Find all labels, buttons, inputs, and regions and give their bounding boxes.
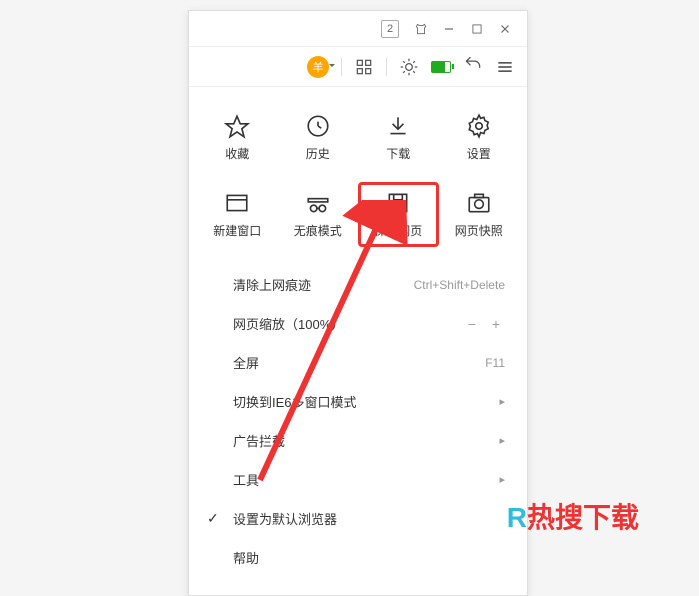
save-page-item[interactable]: 保存网页 <box>358 182 439 247</box>
fullscreen-item[interactable]: 全屏 F11 <box>189 343 527 382</box>
menu-list: 清除上网痕迹 Ctrl+Shift+Delete 网页缩放（100%） − + … <box>189 259 527 583</box>
browser-window: 2 羊 <box>188 10 528 596</box>
tools-item[interactable]: 工具 ▸ <box>189 460 527 499</box>
menu-label: 帮助 <box>233 548 259 567</box>
separator <box>341 58 342 76</box>
menu-label: 切换到IE6多窗口模式 <box>233 392 357 411</box>
adblock-item[interactable]: 广告拦截 ▸ <box>189 421 527 460</box>
clock-icon <box>305 113 331 139</box>
zoom-out-button[interactable]: − <box>463 315 481 333</box>
switch-ie6-item[interactable]: 切换到IE6多窗口模式 ▸ <box>189 382 527 421</box>
clear-traces-item[interactable]: 清除上网痕迹 Ctrl+Shift+Delete <box>189 265 527 304</box>
tab-count-badge[interactable]: 2 <box>381 20 399 38</box>
snapshot-item[interactable]: 网页快照 <box>439 182 520 247</box>
zoom-controls: − + <box>463 315 505 333</box>
star-icon <box>224 113 250 139</box>
menu-shortcut: F11 <box>485 356 505 370</box>
zoom-in-button[interactable]: + <box>487 315 505 333</box>
titlebar: 2 <box>189 11 527 47</box>
brightness-icon[interactable] <box>399 57 419 77</box>
menu-panel: 收藏 历史 下载 设置 新建窗口 无痕模式 <box>189 87 527 595</box>
grid-row-2: 新建窗口 无痕模式 保存网页 网页快照 <box>189 182 527 247</box>
camera-icon <box>466 190 492 216</box>
undo-icon[interactable] <box>463 57 483 77</box>
grid-label: 网页快照 <box>455 222 503 239</box>
chevron-right-icon: ▸ <box>499 395 505 408</box>
menu-label: 网页缩放（100%） <box>233 314 344 333</box>
set-default-item[interactable]: 设置为默认浏览器 <box>189 499 527 538</box>
chevron-right-icon: ▸ <box>499 434 505 447</box>
download-icon <box>385 113 411 139</box>
grid-label: 历史 <box>306 145 330 162</box>
menu-label: 设置为默认浏览器 <box>233 509 337 528</box>
zoom-item[interactable]: 网页缩放（100%） − + <box>189 304 527 343</box>
menu-label: 全屏 <box>233 353 259 372</box>
grid-row-1: 收藏 历史 下载 设置 <box>189 105 527 170</box>
user-avatar[interactable]: 羊 <box>307 56 329 78</box>
skin-icon[interactable] <box>407 15 435 43</box>
help-item[interactable]: 帮助 <box>189 538 527 577</box>
watermark-text: 热搜下载 <box>527 502 639 533</box>
grid-label: 保存网页 <box>374 222 422 239</box>
incognito-item[interactable]: 无痕模式 <box>278 182 359 247</box>
maximize-button[interactable] <box>463 15 491 43</box>
separator <box>386 58 387 76</box>
menu-shortcut: Ctrl+Shift+Delete <box>414 278 505 292</box>
close-button[interactable] <box>491 15 519 43</box>
grid-label: 下载 <box>386 145 410 162</box>
menu-label: 工具 <box>233 470 259 489</box>
battery-icon <box>431 57 451 77</box>
menu-icon[interactable] <box>495 57 515 77</box>
grid-label: 新建窗口 <box>213 222 261 239</box>
favorites-item[interactable]: 收藏 <box>197 105 278 170</box>
history-item[interactable]: 历史 <box>278 105 359 170</box>
menu-label: 广告拦截 <box>233 431 285 450</box>
gear-icon <box>466 113 492 139</box>
grid-label: 收藏 <box>225 145 249 162</box>
save-icon <box>385 190 411 216</box>
window-icon <box>224 190 250 216</box>
menu-label: 清除上网痕迹 <box>233 275 311 294</box>
new-window-item[interactable]: 新建窗口 <box>197 182 278 247</box>
grid-label: 无痕模式 <box>294 222 342 239</box>
settings-item[interactable]: 设置 <box>439 105 520 170</box>
toolbar: 羊 <box>189 47 527 87</box>
grid-label: 设置 <box>467 145 491 162</box>
chevron-right-icon: ▸ <box>499 473 505 486</box>
incognito-icon <box>305 190 331 216</box>
minimize-button[interactable] <box>435 15 463 43</box>
apps-grid-icon[interactable] <box>354 57 374 77</box>
download-item[interactable]: 下载 <box>358 105 439 170</box>
